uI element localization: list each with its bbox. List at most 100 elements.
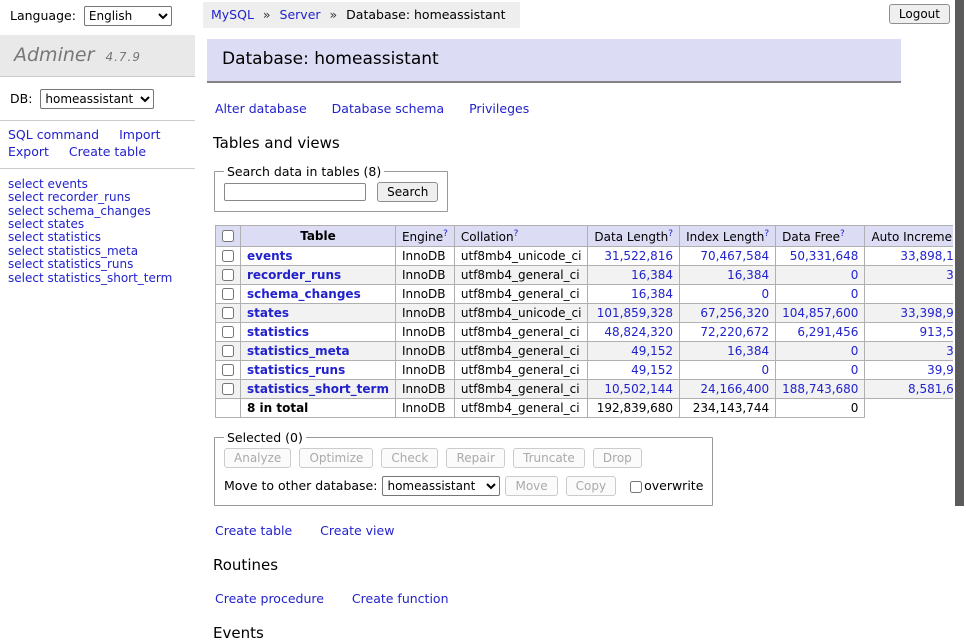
row-checkbox[interactable] — [222, 383, 234, 395]
optimize-button[interactable]: Optimize — [299, 448, 373, 468]
repair-button[interactable]: Repair — [446, 448, 504, 468]
data-free-cell: 0 — [776, 361, 865, 380]
index-length-link[interactable]: 16,384 — [727, 268, 769, 282]
help-link[interactable]: ? — [514, 229, 519, 239]
sidebar-table-link[interactable]: select statistics_short_term — [8, 272, 195, 285]
data-length-link[interactable]: 31,522,816 — [604, 249, 673, 263]
engine-cell: InnoDB — [395, 266, 454, 285]
index-length-link[interactable]: 0 — [761, 287, 769, 301]
table-name-link[interactable]: schema_changes — [247, 287, 361, 301]
check-button[interactable]: Check — [381, 448, 438, 468]
table-row: statistics InnoDB utf8mb4_general_ci 48,… — [216, 323, 966, 342]
create-function-link[interactable]: Create function — [352, 591, 449, 606]
move-button[interactable]: Move — [505, 476, 557, 496]
index-length-link[interactable]: 24,166,400 — [700, 382, 769, 396]
select-all-checkbox[interactable] — [222, 230, 234, 242]
row-checkbox[interactable] — [222, 307, 234, 319]
database-schema-link[interactable]: Database schema — [332, 101, 444, 116]
create-view-link[interactable]: Create view — [320, 523, 394, 538]
index-length-link[interactable]: 16,384 — [727, 344, 769, 358]
language-select[interactable]: English — [84, 6, 172, 26]
index-length-cell: 16,384 — [680, 342, 776, 361]
data-free-link[interactable]: 104,857,600 — [782, 306, 858, 320]
auto-increment-cell: 33,398,984 — [865, 304, 966, 323]
breadcrumb-mysql-link[interactable]: MySQL — [211, 7, 254, 22]
help-link[interactable]: ? — [764, 229, 769, 239]
overwrite-checkbox[interactable] — [630, 481, 642, 493]
data-free-link[interactable]: 0 — [851, 363, 859, 377]
data-free-link[interactable]: 50,331,648 — [790, 249, 859, 263]
create-table-sidebar-link[interactable]: Create table — [69, 144, 146, 159]
search-input[interactable] — [224, 183, 366, 201]
data-free-link[interactable]: 0 — [851, 344, 859, 358]
drop-button[interactable]: Drop — [593, 448, 642, 468]
data-length-link[interactable]: 16,384 — [631, 268, 673, 282]
index-length-link[interactable]: 67,256,320 — [700, 306, 769, 320]
privileges-link[interactable]: Privileges — [469, 101, 529, 116]
sidebar-table-link[interactable]: select statistics — [8, 231, 195, 244]
scrollbar-thumb[interactable] — [955, 0, 964, 506]
search-button[interactable]: Search — [377, 182, 438, 202]
table-name-link[interactable]: statistics_runs — [247, 363, 345, 377]
index-length-link[interactable]: 72,220,672 — [700, 325, 769, 339]
db-select[interactable]: homeassistant — [40, 89, 154, 109]
index-length-cell: 72,220,672 — [680, 323, 776, 342]
data-length-cell: 101,859,328 — [588, 304, 680, 323]
sidebar-table-link[interactable]: select events — [8, 178, 195, 191]
row-checkbox[interactable] — [222, 250, 234, 262]
copy-button[interactable]: Copy — [566, 476, 616, 496]
create-table-link[interactable]: Create table — [215, 523, 292, 538]
alter-database-link[interactable]: Alter database — [215, 101, 307, 116]
move-db-select[interactable]: homeassistant — [382, 476, 500, 496]
sidebar-table-link[interactable]: select statistics_meta — [8, 245, 195, 258]
table-name-link[interactable]: recorder_runs — [247, 268, 341, 282]
sidebar-table-link[interactable]: select statistics_runs — [8, 258, 195, 271]
sql-command-link[interactable]: SQL command — [8, 127, 99, 142]
data-length-link[interactable]: 49,152 — [631, 363, 673, 377]
data-length-link[interactable]: 16,384 — [631, 287, 673, 301]
table-name-link[interactable]: statistics_meta — [247, 344, 350, 358]
data-free-link[interactable]: 0 — [851, 268, 859, 282]
row-checkbox[interactable] — [222, 364, 234, 376]
table-name-link[interactable]: events — [247, 249, 293, 263]
engine-cell: InnoDB — [395, 285, 454, 304]
table-name-link[interactable]: states — [247, 306, 289, 320]
help-link[interactable]: ? — [840, 229, 845, 239]
table-name-link[interactable]: statistics — [247, 325, 309, 339]
data-free-link[interactable]: 0 — [851, 287, 859, 301]
data-free-link[interactable]: 6,291,456 — [797, 325, 858, 339]
export-link[interactable]: Export — [8, 144, 49, 159]
index-length-link[interactable]: 0 — [761, 363, 769, 377]
scrollbar-track[interactable] — [953, 0, 966, 543]
index-length-link[interactable]: 70,467,584 — [700, 249, 769, 263]
language-label: Language: — [10, 8, 76, 23]
sidebar-table-link[interactable]: select states — [8, 218, 195, 231]
table-name-link[interactable]: statistics_short_term — [247, 382, 389, 396]
help-link[interactable]: ? — [668, 229, 673, 239]
row-checkbox-cell — [216, 266, 241, 285]
truncate-button[interactable]: Truncate — [513, 448, 585, 468]
data-free-link[interactable]: 188,743,680 — [782, 382, 858, 396]
import-link[interactable]: Import — [119, 127, 161, 142]
row-checkbox[interactable] — [222, 269, 234, 281]
row-checkbox-cell — [216, 323, 241, 342]
data-length-link[interactable]: 101,859,328 — [597, 306, 673, 320]
sidebar-table-link[interactable]: select recorder_runs — [8, 191, 195, 204]
collation-cell: utf8mb4_unicode_ci — [454, 247, 588, 266]
breadcrumb-server-link[interactable]: Server — [280, 7, 321, 22]
data-length-link[interactable]: 10,502,144 — [604, 382, 673, 396]
analyze-button[interactable]: Analyze — [224, 448, 291, 468]
table-name-cell: statistics_meta — [241, 342, 396, 361]
database-nav-links: Alter database Database schema Privilege… — [215, 101, 901, 116]
data-length-link[interactable]: 48,824,320 — [604, 325, 673, 339]
breadcrumb: MySQL » Server » Database: homeassistant — [203, 2, 520, 28]
col-header-index-length: Index Length? — [680, 226, 776, 247]
db-row: DB: homeassistant — [0, 77, 195, 120]
row-checkbox[interactable] — [222, 326, 234, 338]
data-length-link[interactable]: 49,152 — [631, 344, 673, 358]
help-link[interactable]: ? — [443, 229, 448, 239]
create-procedure-link[interactable]: Create procedure — [215, 591, 324, 606]
row-checkbox[interactable] — [222, 345, 234, 357]
row-checkbox[interactable] — [222, 288, 234, 300]
sidebar-table-link[interactable]: select schema_changes — [8, 205, 195, 218]
